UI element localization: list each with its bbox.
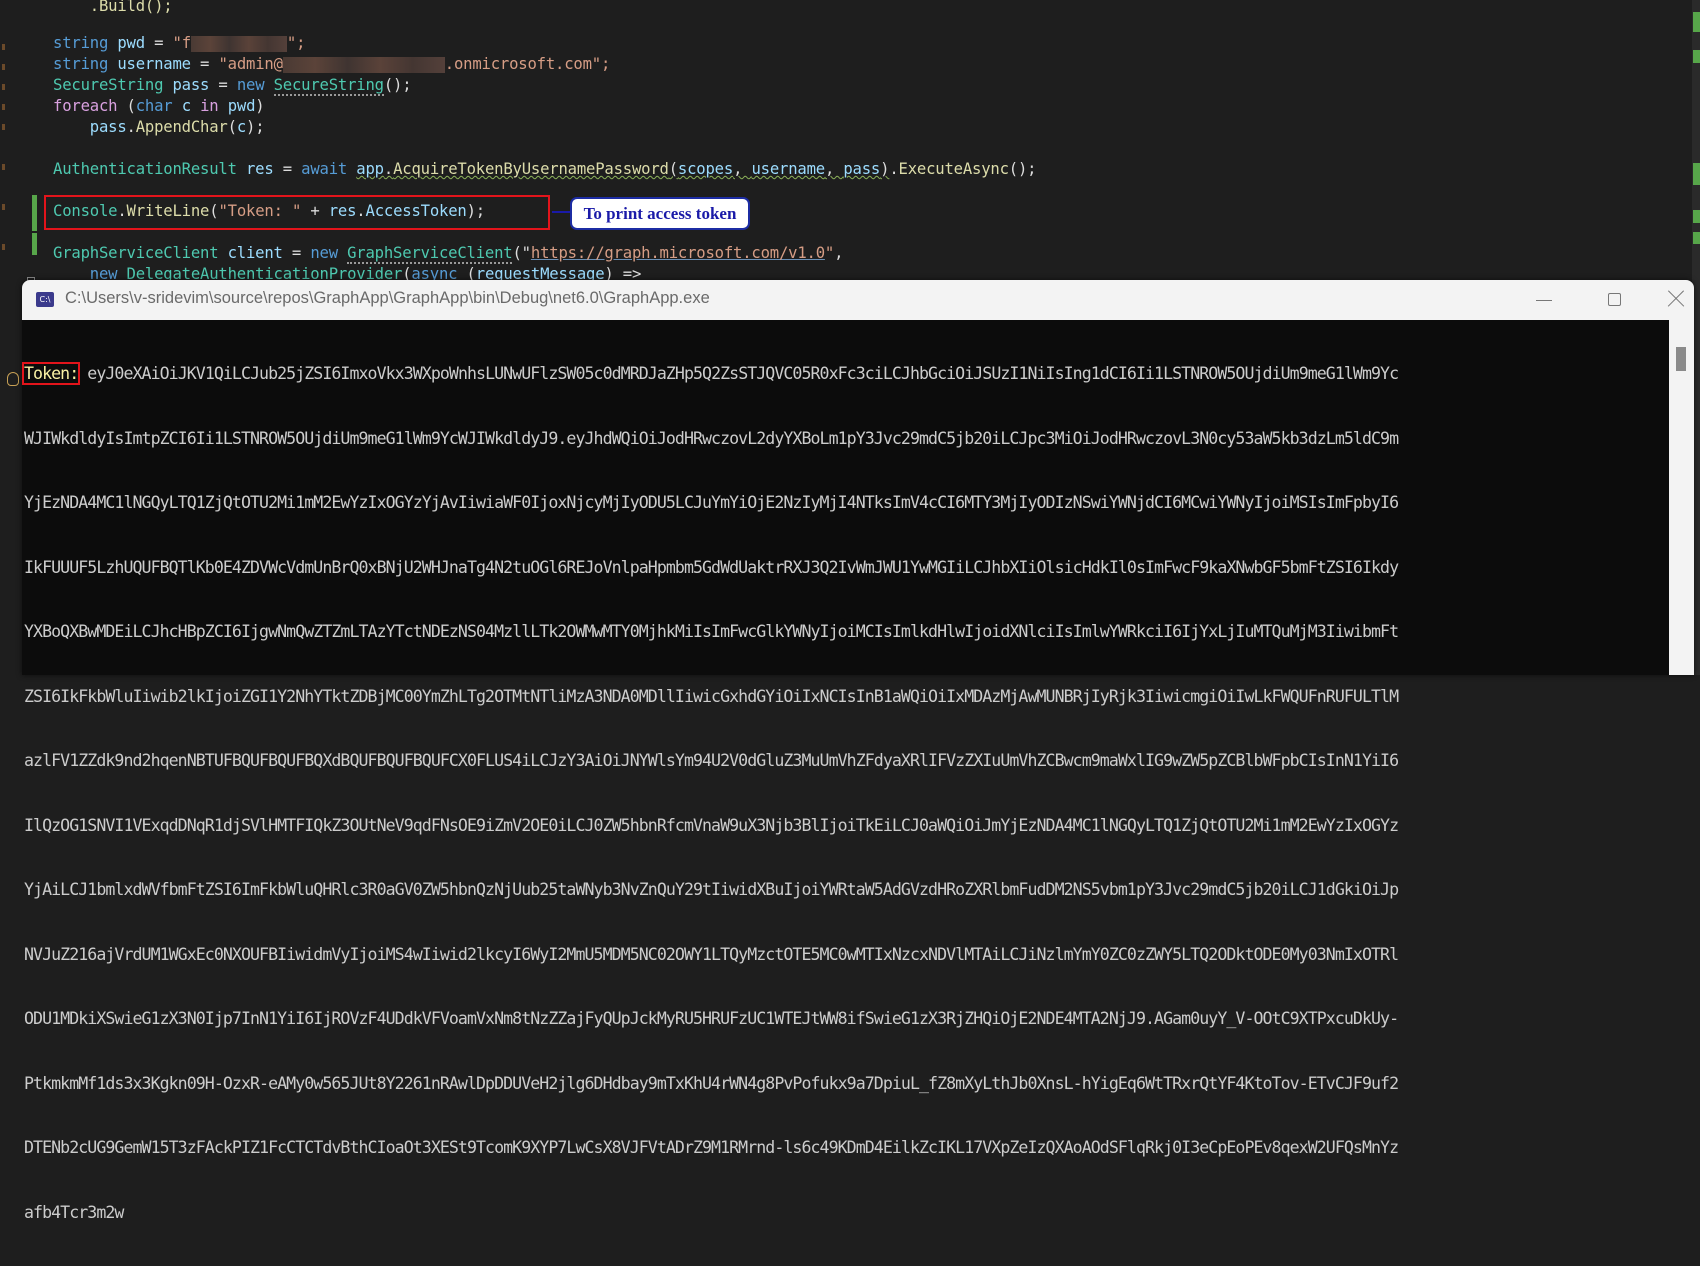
- annotation-callout: To print access token: [570, 197, 750, 230]
- console-line: ZSI6IkFkbWluIiwib2lkIjoiZGI1Y2NhYTktZDBj…: [24, 686, 1399, 706]
- code-line-appendchar: pass.AppendChar(c);: [89, 118, 265, 136]
- console-line: Token: eyJ0eXAiOiJKV1QiLCJub25jZSI6ImxoV…: [21, 362, 1399, 385]
- console-scrollbar[interactable]: [1669, 320, 1694, 675]
- change-indicator: [32, 233, 37, 255]
- console-line: YjAiLCJ1bmlxdWVfbmFtZSI6ImFkbWluQHRlc3R0…: [24, 880, 1399, 899]
- code-line-securestring: SecureString pass = new SecureString();: [53, 76, 412, 96]
- console-line: IlQzOG1SNVI1VExqdDNqR1djSVlHMTFIQkZ3OUtN…: [24, 815, 1399, 835]
- console-text: Token: eyJ0eXAiOiJKV1QiLCJub25jZSI6ImxoV…: [21, 320, 1669, 1266]
- maximize-button[interactable]: [1584, 280, 1644, 320]
- code-line-build: .Build();: [89, 0, 173, 15]
- console-titlebar[interactable]: C:\ C:\Users\v-sridevim\source\repos\Gra…: [22, 280, 1694, 320]
- console-line: YjEzNDA4MC1lNGQyLTQ1ZjQtOTU2Mi1mM2EwYzIx…: [24, 493, 1399, 512]
- console-window[interactable]: C:\ C:\Users\v-sridevim\source\repos\Gra…: [21, 280, 1694, 1222]
- minimize-button[interactable]: [1514, 280, 1574, 320]
- console-line: PtkmkmMf1ds3x3Kgkn09H-OzxR-eAMy0w565JUt8…: [24, 1073, 1399, 1093]
- close-button[interactable]: [1654, 280, 1694, 320]
- code-line-graphclient: GraphServiceClient client = new GraphSer…: [53, 244, 844, 264]
- console-title: C:\Users\v-sridevim\source\repos\GraphAp…: [65, 289, 710, 307]
- lightbulb-icon[interactable]: [7, 372, 19, 386]
- console-line: ODU1MDkiXSwieG1zX3N0Ijp7InN1YiI6IjROVzF4…: [24, 1009, 1399, 1028]
- highlight-box: [44, 195, 550, 230]
- console-line: azlFV1ZZdk9nd2hqenNBTUFBQUFBQUFBQXdBQUFB…: [24, 751, 1399, 770]
- editor-gutter: [0, 0, 8, 675]
- console-app-icon: C:\: [36, 292, 54, 307]
- token-label: Token:: [21, 362, 81, 385]
- console-line: IkFUUUF5LzhUQUFBQTlKb0E4ZDVWcVdmUnBrQ0xB…: [24, 557, 1399, 577]
- code-line-pwd: string pwd = "f ";: [53, 34, 306, 52]
- change-indicator: [32, 195, 37, 231]
- redacted-password: [190, 35, 287, 52]
- scrollbar-thumb[interactable]: [1676, 347, 1686, 371]
- maximize-icon: [1608, 293, 1621, 306]
- graph-url-link[interactable]: https://graph.microsoft.com/v1.0: [531, 244, 825, 262]
- console-line: NVJuZ216ajVrdUM1WGxEc0NXOUFBIiwidmVyIjoi…: [24, 944, 1399, 964]
- callout-connector: [552, 211, 572, 213]
- code-line-foreach: foreach (char c in pwd): [53, 97, 265, 115]
- minimize-icon: [1536, 300, 1552, 301]
- close-icon: [1665, 290, 1683, 308]
- console-line: WJIWkdldyIsImtpZCI6Ii1LSTNROW5OUjdiUm9me…: [24, 428, 1399, 448]
- console-line: afb4Tcr3m2w: [24, 1202, 124, 1222]
- console-line: DTENb2cUG9GemW15T3zFAckPIZ1FcCTCTdvBthCI…: [24, 1138, 1399, 1157]
- code-line-acquiretoken: AuthenticationResult res = await app.Acq…: [53, 160, 1037, 178]
- console-line: YXBoQXBwMDEiLCJhcHBpZCI6IjgwNmQwZTZmLTAz…: [24, 622, 1399, 641]
- code-line-username: string username = "admin@ .onmicrosoft.co…: [53, 55, 611, 73]
- redacted-tenant: [282, 56, 445, 73]
- console-output[interactable]: Token: eyJ0eXAiOiJKV1QiLCJub25jZSI6ImxoV…: [21, 320, 1669, 1222]
